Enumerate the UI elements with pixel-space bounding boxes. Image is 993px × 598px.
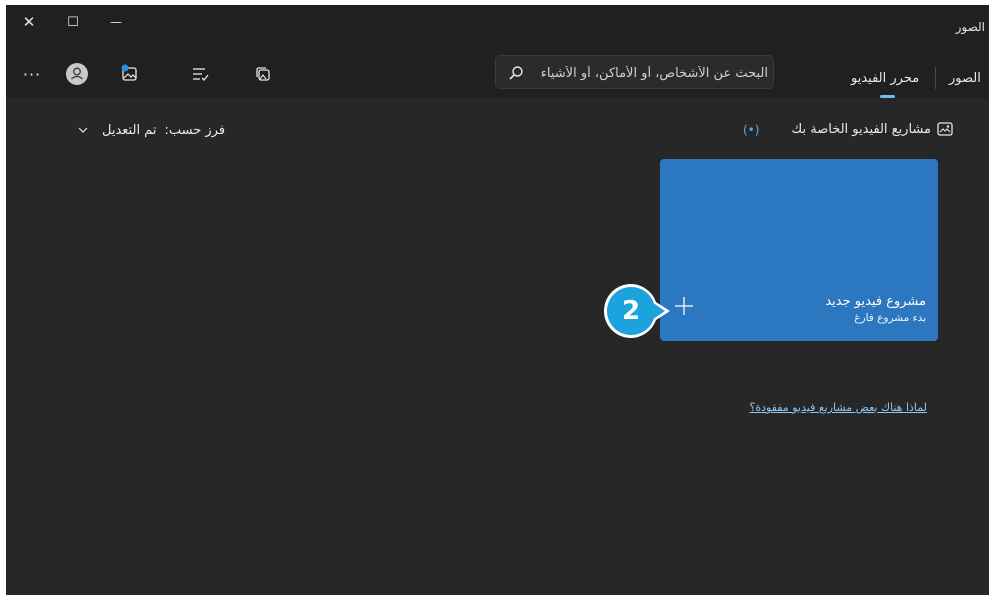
close-icon: ✕ — [22, 13, 36, 31]
sort-dropdown[interactable]: فرز حسب: تم التعديل — [78, 122, 225, 138]
nav-divider — [935, 67, 936, 89]
image-import-icon — [121, 64, 137, 81]
import-button[interactable] — [116, 62, 144, 86]
search-icon — [509, 66, 523, 80]
avatar-icon — [66, 63, 88, 85]
title-bar: ✕ ☐ — الصور — [6, 5, 989, 41]
card-title: مشروع فيديو جديد — [825, 294, 926, 309]
search-box[interactable] — [495, 55, 774, 89]
maximize-button[interactable]: ☐ — [58, 9, 88, 35]
main-content: مشاريع الفيديو الخاصة بك (•) فرز حسب: تم… — [6, 98, 989, 595]
status-dot-icon: (•) — [743, 123, 760, 137]
plus-icon — [675, 297, 693, 315]
app-window: ✕ ☐ — الصور ··· البحث عن الأشخاص، أو الأ… — [6, 5, 989, 595]
card-subtitle: بدء مشروع فارغ — [854, 312, 926, 324]
close-button[interactable]: ✕ — [14, 9, 44, 35]
chevron-down-icon — [78, 127, 88, 133]
video-project-icon — [937, 122, 953, 136]
list-check-icon — [193, 68, 209, 81]
more-icon: ··· — [22, 64, 42, 84]
minimize-button[interactable]: — — [101, 9, 131, 35]
missing-projects-link[interactable]: لماذا هناك بعض مشاريع فيديو مفقودة؟ — [750, 401, 927, 414]
photos-stack-icon — [256, 67, 270, 81]
tab-video-editor-label: محرر الفيديو — [851, 71, 920, 86]
toolbar: ··· البحث عن الأشخاص، أو الأماكن، أو الأ… — [6, 51, 989, 98]
more-options-button[interactable]: ··· — [18, 62, 46, 86]
slideshow-button[interactable] — [249, 62, 277, 86]
app-title: الصور — [955, 20, 985, 34]
new-video-project-card[interactable]: مشروع فيديو جديد بدء مشروع فارغ — [660, 159, 938, 341]
tab-video-editor[interactable]: محرر الفيديو — [851, 71, 919, 86]
tab-photos[interactable]: الصور — [949, 71, 981, 86]
sort-value: تم التعديل — [102, 122, 157, 138]
minimize-icon: — — [110, 15, 122, 29]
select-button[interactable] — [186, 62, 214, 86]
search-input[interactable] — [536, 62, 770, 84]
tab-photos-label: الصور — [949, 71, 981, 86]
sort-label: فرز حسب: — [164, 122, 226, 138]
account-button[interactable] — [63, 62, 91, 86]
section-title: مشاريع الفيديو الخاصة بك — [791, 122, 931, 137]
step-number: 2 — [621, 296, 641, 326]
maximize-icon: ☐ — [67, 14, 79, 30]
